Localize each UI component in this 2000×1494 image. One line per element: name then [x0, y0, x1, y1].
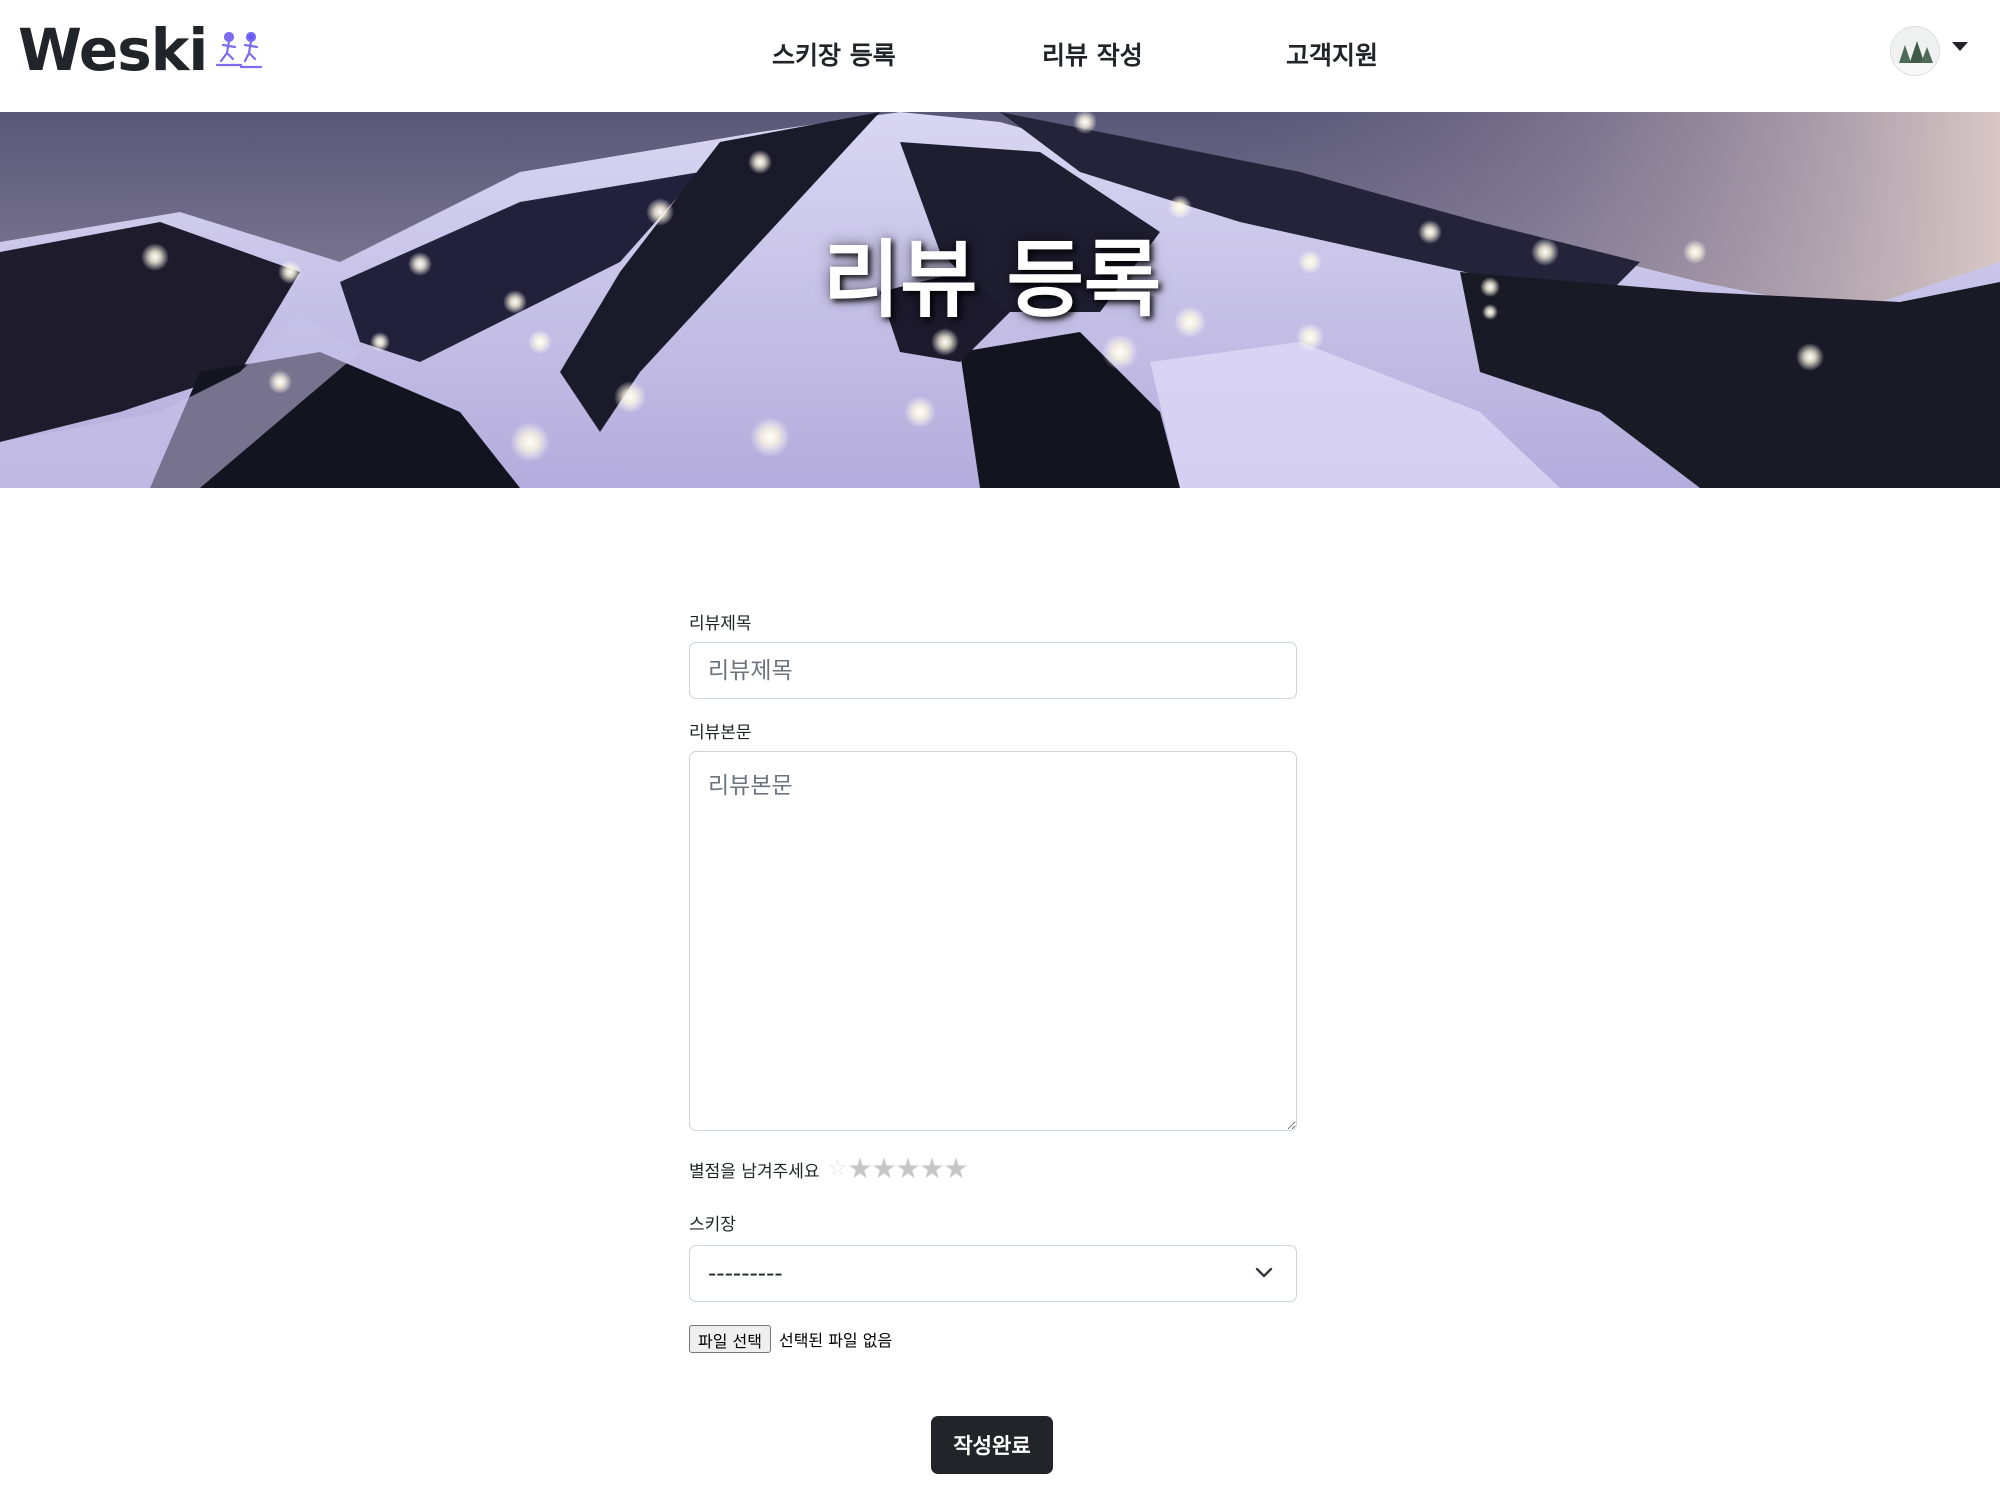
nav-customer-support[interactable]: 고객지원	[1286, 38, 1378, 74]
review-body-label: 리뷰본문	[689, 723, 752, 743]
nav-ski-resort-register[interactable]: 스키장 등록	[772, 38, 896, 74]
file-status-text: 선택된 파일 없음	[778, 1331, 893, 1350]
star-icon[interactable]: ★	[920, 1155, 945, 1183]
review-form: 리뷰제목 리뷰본문 별점을 남겨주세요 ☆ ★ ★ ★ ★ ★ 스키장 ----…	[689, 612, 1297, 1354]
navbar: Weski 스키장 등록 리뷰 작성 고객지원	[0, 0, 2000, 112]
rating-row: 별점을 남겨주세요 ☆ ★ ★ ★ ★ ★	[689, 1151, 1297, 1187]
rating-label: 별점을 남겨주세요	[689, 1161, 820, 1182]
submit-review-button[interactable]: 작성완료	[931, 1416, 1053, 1474]
page-title: 리뷰 등록	[822, 231, 1162, 329]
star-icon[interactable]: ★	[872, 1155, 897, 1183]
ski-resort-select-wrapper: ---------	[689, 1245, 1297, 1302]
brand-name: Weski	[18, 16, 208, 84]
skier-logo-icon	[215, 29, 263, 77]
nav-write-review[interactable]: 리뷰 작성	[1042, 38, 1143, 74]
user-avatar[interactable]	[1890, 26, 1940, 76]
ski-resort-label: 스키장	[689, 1215, 736, 1235]
file-upload: 파일 선택 선택된 파일 없음	[689, 1324, 1297, 1354]
review-title-input[interactable]	[689, 642, 1297, 699]
hero-banner: 리뷰 등록	[0, 112, 2000, 488]
file-select-button[interactable]: 파일 선택	[689, 1325, 771, 1353]
ski-resort-select[interactable]: ---------	[689, 1245, 1297, 1302]
chevron-down-icon[interactable]	[1952, 42, 1968, 51]
star-icon[interactable]: ★	[896, 1155, 921, 1183]
star-zero-icon[interactable]: ☆	[828, 1155, 848, 1183]
star-icon[interactable]: ★	[944, 1155, 969, 1183]
chevron-down-icon	[1255, 1265, 1273, 1284]
review-title-label: 리뷰제목	[689, 614, 752, 634]
star-icon[interactable]: ★	[848, 1155, 873, 1183]
brand-link[interactable]: Weski	[18, 14, 263, 86]
review-body-textarea[interactable]	[689, 751, 1297, 1131]
star-rating[interactable]: ☆ ★ ★ ★ ★ ★	[828, 1155, 969, 1183]
